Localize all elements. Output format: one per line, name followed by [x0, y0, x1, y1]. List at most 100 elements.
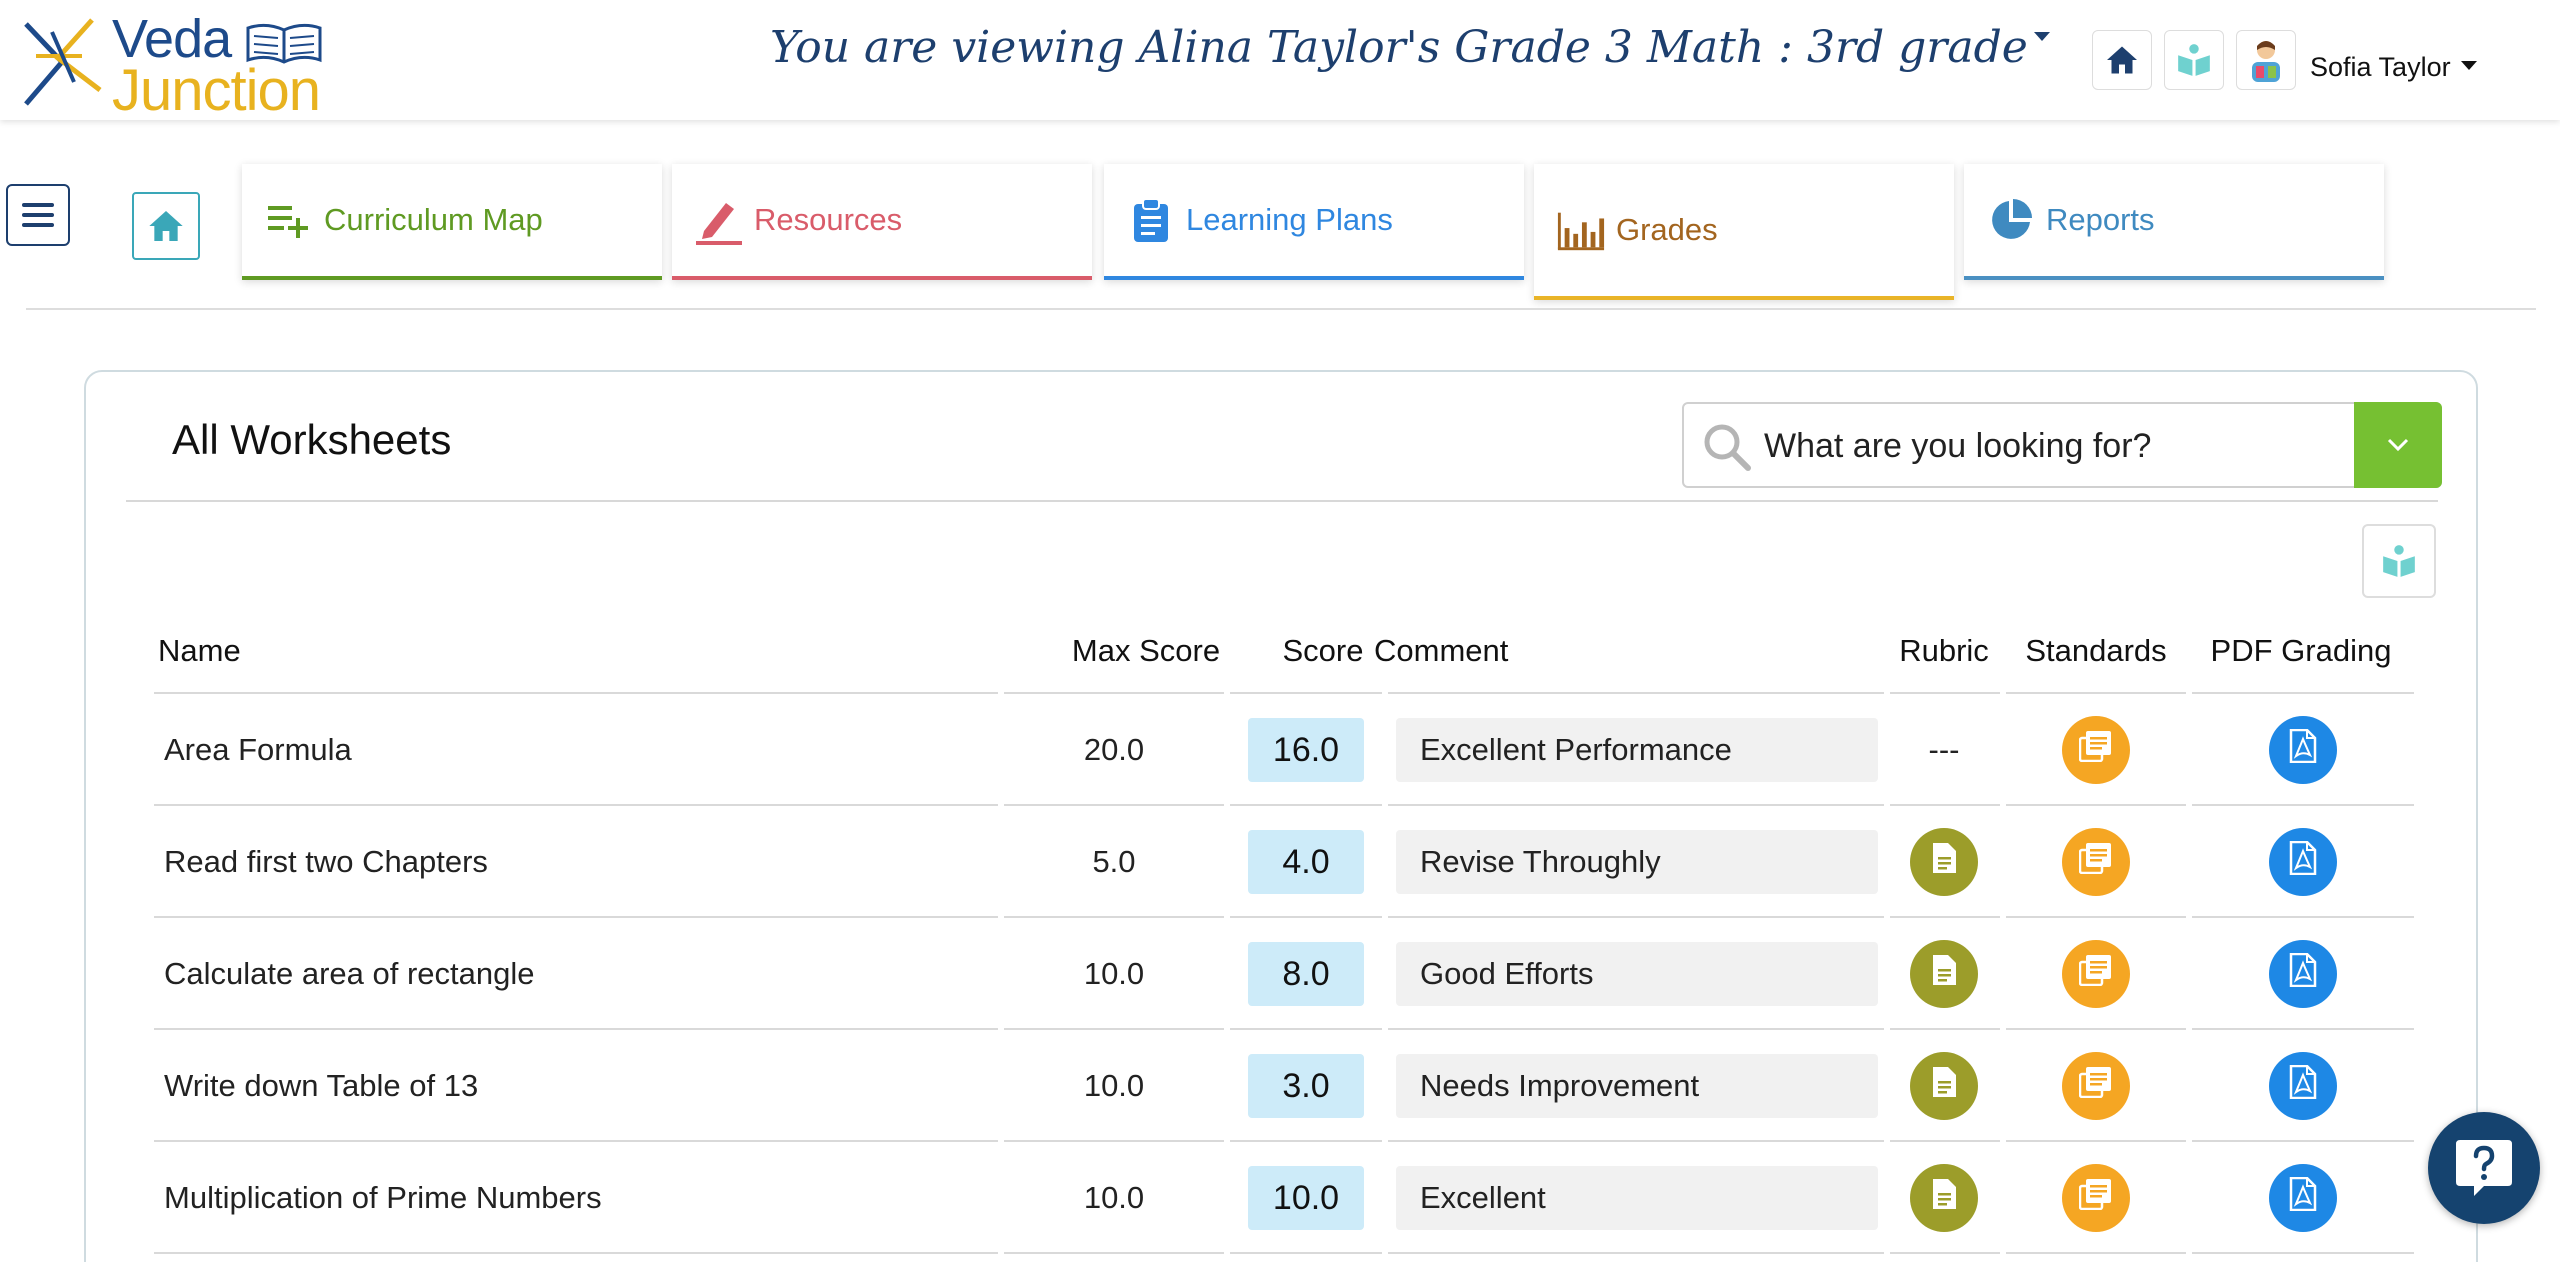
pdf-grading-cell: [2192, 1030, 2414, 1142]
rubric-button[interactable]: [1910, 828, 1978, 896]
table-row: Write down Table of 13 10.0 3.0 Needs Im…: [154, 1030, 2414, 1142]
help-chat-icon: [2456, 1140, 2512, 1196]
standards-copy-icon: [2078, 954, 2113, 994]
tab-label: Grades: [1616, 212, 1718, 247]
pdf-file-icon: [2288, 840, 2318, 883]
tab-label: Curriculum Map: [324, 202, 543, 237]
tab-curriculum-map[interactable]: Curriculum Map: [242, 164, 662, 280]
column-header-max-score[interactable]: Max Score: [1038, 608, 1254, 694]
document-icon: [1930, 842, 1958, 882]
table-row: Area Formula 20.0 16.0 Excellent Perform…: [154, 694, 2414, 806]
comment-cell: Revise Throughly: [1396, 806, 1878, 918]
worksheet-name[interactable]: Multiplication of Prime Numbers: [164, 1142, 602, 1254]
worksheets-card: All Worksheets Name Max Score Score Comm…: [84, 370, 2478, 1262]
comment-input[interactable]: Excellent: [1396, 1166, 1878, 1230]
comment-input[interactable]: Needs Improvement: [1396, 1054, 1878, 1118]
pdf-grading-button[interactable]: [2269, 716, 2337, 784]
pdf-grading-cell: [2192, 694, 2414, 806]
comment-input[interactable]: Good Efforts: [1396, 942, 1878, 1006]
rubric-cell: [1884, 1142, 2004, 1254]
standards-copy-icon: [2078, 842, 2113, 882]
standards-button[interactable]: [2062, 1164, 2130, 1232]
user-menu-dropdown[interactable]: Sofia Taylor: [2310, 52, 2477, 83]
standards-copy-icon: [2078, 1178, 2113, 1218]
rubric-button[interactable]: [1910, 1164, 1978, 1232]
document-icon: [1930, 954, 1958, 994]
worksheet-name[interactable]: Area Formula: [164, 694, 352, 806]
column-header-standards[interactable]: Standards: [2006, 608, 2186, 694]
open-book-icon: [246, 23, 322, 64]
tab-reports[interactable]: Reports: [1964, 164, 2384, 280]
pdf-grading-button[interactable]: [2269, 1052, 2337, 1120]
pdf-grading-button[interactable]: [2269, 828, 2337, 896]
caret-down-icon: [2033, 32, 2050, 41]
tab-learning-plans[interactable]: Learning Plans: [1104, 164, 1524, 280]
standards-button[interactable]: [2062, 940, 2130, 1008]
score-input[interactable]: 3.0: [1248, 1054, 1364, 1118]
home-button[interactable]: [2092, 30, 2152, 90]
rubric-button[interactable]: [1910, 1052, 1978, 1120]
column-header-comment[interactable]: Comment: [1374, 608, 1508, 694]
pie-chart-icon: [1986, 195, 2036, 245]
score-input[interactable]: 8.0: [1248, 942, 1364, 1006]
standards-cell: [2006, 918, 2186, 1030]
hamburger-menu-button[interactable]: [6, 184, 70, 246]
column-header-score[interactable]: Score: [1258, 608, 1388, 694]
worksheet-name[interactable]: Write down Table of 13: [164, 1030, 478, 1142]
help-button[interactable]: [2428, 1112, 2540, 1224]
reader-view-button[interactable]: [2362, 524, 2436, 598]
pdf-grading-cell: [2192, 1142, 2414, 1254]
standards-button[interactable]: [2062, 1052, 2130, 1120]
user-avatar[interactable]: [2236, 30, 2296, 90]
standards-button[interactable]: [2062, 716, 2130, 784]
pdf-grading-button[interactable]: [2269, 1164, 2337, 1232]
hamburger-icon: [22, 203, 54, 227]
standards-cell: [2006, 1030, 2186, 1142]
score-input[interactable]: 4.0: [1248, 830, 1364, 894]
score-cell: 3.0: [1230, 1030, 1382, 1142]
comment-input[interactable]: Revise Throughly: [1396, 830, 1878, 894]
document-icon: [1930, 1066, 1958, 1106]
column-header-pdf-grading[interactable]: PDF Grading: [2188, 608, 2414, 694]
pdf-grading-cell: [2192, 806, 2414, 918]
title-divider: [126, 500, 2438, 502]
rubric-cell: [1884, 1030, 2004, 1142]
viewing-context-dropdown[interactable]: You are viewing Alina Taylor's Grade 3 M…: [770, 22, 2050, 73]
max-score-value: 10.0: [1083, 1068, 1145, 1103]
comment-cell: Needs Improvement: [1396, 1030, 1878, 1142]
reader-button[interactable]: [2164, 30, 2224, 90]
pdf-file-icon: [2288, 1176, 2318, 1219]
worksheets-table: Name Max Score Score Comment Rubric Stan…: [154, 608, 2414, 1254]
tab-label: Reports: [2046, 202, 2155, 237]
table-body: Area Formula 20.0 16.0 Excellent Perform…: [154, 694, 2414, 1254]
tab-resources[interactable]: Resources: [672, 164, 1092, 280]
comment-input[interactable]: Excellent Performance: [1396, 718, 1878, 782]
dashboard-home-tab[interactable]: [132, 192, 200, 260]
score-input[interactable]: 10.0: [1248, 1166, 1364, 1230]
veda-junction-logo[interactable]: Veda Junction: [22, 8, 342, 120]
clipboard-icon: [1126, 195, 1176, 245]
comment-cell: Excellent: [1396, 1142, 1878, 1254]
rubric-button[interactable]: [1910, 940, 1978, 1008]
score-input[interactable]: 16.0: [1248, 718, 1364, 782]
search-filter-dropdown-button[interactable]: [2354, 402, 2442, 488]
tab-label: Resources: [754, 202, 903, 237]
worksheet-name[interactable]: Read first two Chapters: [164, 806, 488, 918]
search-input[interactable]: [1764, 422, 2344, 470]
table-row: Calculate area of rectangle 10.0 8.0 Goo…: [154, 918, 2414, 1030]
table-row: Read first two Chapters 5.0 4.0 Revise T…: [154, 806, 2414, 918]
tab-grades[interactable]: Grades: [1534, 164, 1954, 300]
max-score-value: 10.0: [1083, 956, 1145, 991]
comment-cell: Good Efforts: [1396, 918, 1878, 1030]
standards-button[interactable]: [2062, 828, 2130, 896]
table-header-row: Name Max Score Score Comment Rubric Stan…: [154, 608, 2414, 694]
column-header-name[interactable]: Name: [158, 608, 241, 694]
column-header-rubric[interactable]: Rubric: [1884, 608, 2004, 694]
max-score-value: 10.0: [1083, 1180, 1145, 1215]
worksheet-name[interactable]: Calculate area of rectangle: [164, 918, 535, 1030]
avatar-icon: [2252, 41, 2280, 82]
caret-down-icon: [2460, 61, 2477, 71]
max-score-value: 20.0: [1083, 732, 1145, 767]
bar-chart-icon: [1556, 205, 1606, 255]
pdf-grading-button[interactable]: [2269, 940, 2337, 1008]
